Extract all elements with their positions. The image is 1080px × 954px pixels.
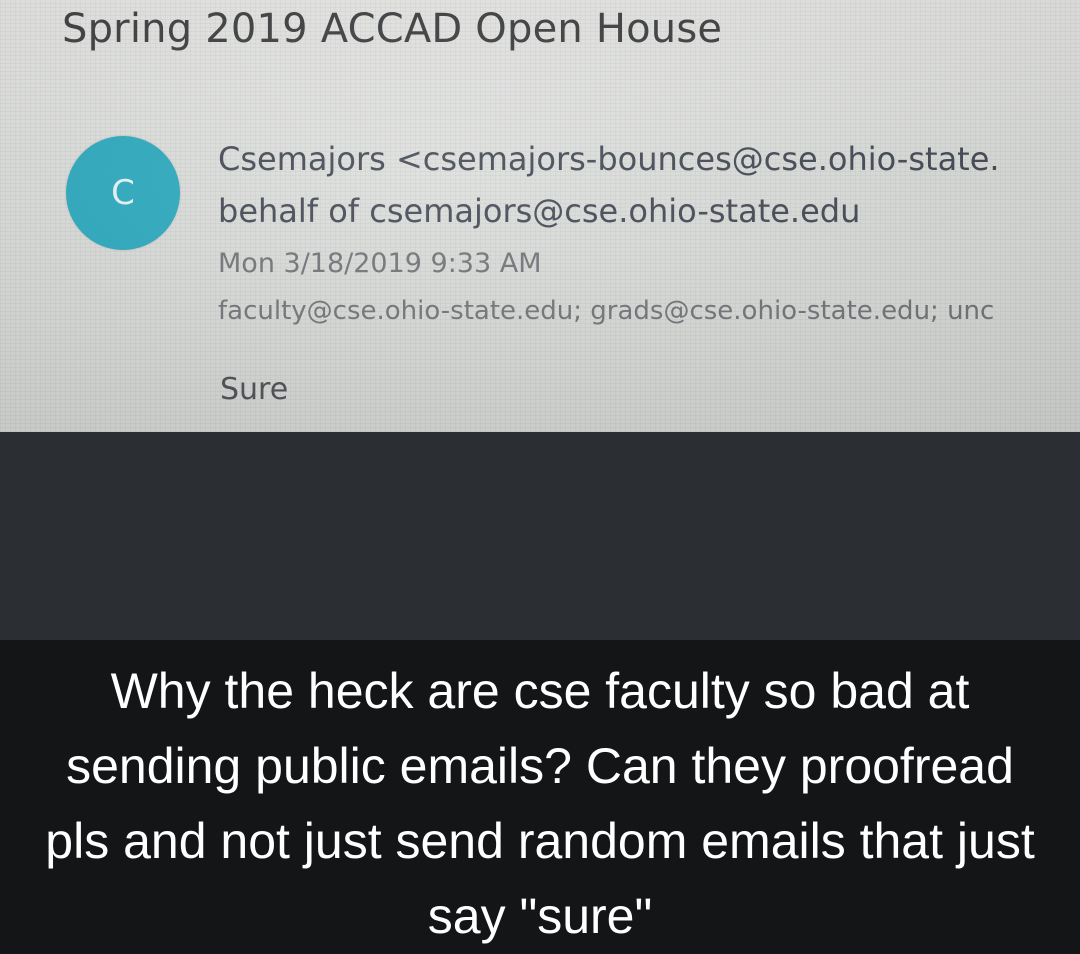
caption-text: Why the heck are cse faculty so bad at s… (45, 663, 1035, 944)
avatar-letter: C (111, 173, 135, 213)
email-subject: Spring 2019 ACCAD Open House (62, 6, 723, 52)
recipients-list[interactable]: faculty@cse.ohio-state.edu; grads@cse.oh… (218, 296, 994, 326)
email-screenshot: Spring 2019 ACCAD Open House C Csemajors… (0, 0, 1080, 440)
caption-box: Why the heck are cse faculty so bad at s… (0, 640, 1080, 953)
on-behalf-of: behalf of csemajors@cse.ohio-state.edu (218, 192, 861, 230)
sender-avatar[interactable]: C (66, 136, 180, 250)
divider-band (0, 432, 1080, 640)
email-date: Mon 3/18/2019 9:33 AM (218, 248, 542, 279)
email-body: Sure (220, 372, 289, 407)
sender-address[interactable]: Csemajors <csemajors-bounces@cse.ohio-st… (218, 140, 1000, 178)
